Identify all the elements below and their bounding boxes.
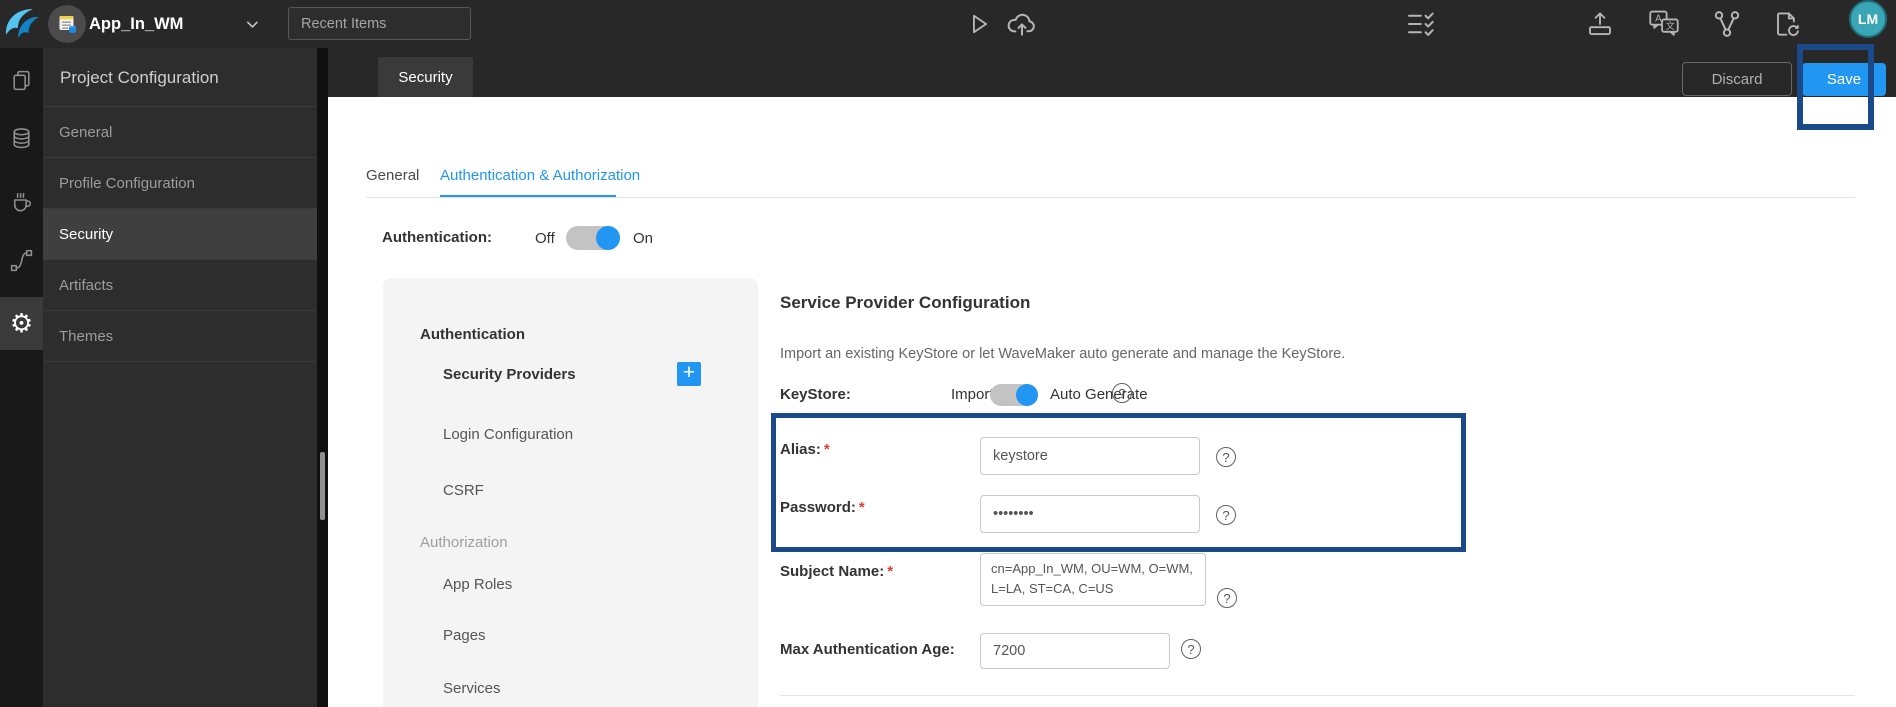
file-sync-icon[interactable] bbox=[1771, 9, 1803, 39]
authentication-label: Authentication: bbox=[382, 229, 492, 246]
subnav-header-authentication: Authentication bbox=[420, 326, 525, 343]
sidebar-item-artifacts[interactable]: Artifacts bbox=[43, 260, 317, 311]
toggle-knob bbox=[1016, 384, 1038, 406]
toggle-knob bbox=[596, 226, 620, 250]
recent-items-input[interactable] bbox=[288, 7, 471, 40]
authentication-off-label: Off bbox=[535, 230, 555, 247]
checklist-icon[interactable] bbox=[1406, 11, 1438, 37]
sidebar-title: Project Configuration bbox=[43, 48, 317, 107]
security-subnav-card: Authentication Security Providers + Logi… bbox=[383, 278, 758, 707]
sidebar-item-general[interactable]: General bbox=[43, 107, 317, 158]
panel-description: Import an existing KeyStore or let WaveM… bbox=[780, 346, 1346, 362]
wavemaker-ide: App_In_WM Recent Items A 文 LM ⚙ Project … bbox=[0, 0, 1896, 707]
subnav-item-security-providers[interactable]: Security Providers bbox=[443, 366, 576, 383]
annotation-box-save bbox=[1797, 44, 1874, 130]
content-header: Security Discard Save bbox=[328, 48, 1896, 97]
max-authentication-age-label: Max Authentication Age: bbox=[780, 641, 955, 658]
subnav-item-services[interactable]: Services bbox=[443, 680, 501, 697]
deploy-cloud-upload-icon[interactable] bbox=[1004, 8, 1040, 40]
subnav-item-csrf[interactable]: CSRF bbox=[443, 482, 484, 499]
translate-icon[interactable]: A 文 bbox=[1647, 8, 1681, 40]
app-title: App_In_WM bbox=[89, 15, 184, 33]
subject-name-help-icon[interactable]: ? bbox=[1217, 588, 1237, 608]
security-settings-main: General Authentication & Authorization A… bbox=[328, 97, 1896, 707]
keystore-import-label: Import bbox=[951, 386, 994, 403]
chevron-down-icon[interactable] bbox=[242, 14, 262, 34]
wavemaker-logo-icon bbox=[2, 4, 42, 44]
panel-title: Service Provider Configuration bbox=[780, 293, 1031, 312]
keystore-help-icon[interactable]: ? bbox=[1112, 383, 1132, 403]
sidebar-item-themes[interactable]: Themes bbox=[43, 311, 317, 362]
sidebar-item-profile-configuration[interactable]: Profile Configuration bbox=[43, 158, 317, 209]
version-branch-icon[interactable] bbox=[1711, 8, 1743, 40]
keystore-label: KeyStore: bbox=[780, 386, 851, 403]
section-divider bbox=[780, 695, 1855, 696]
add-security-provider-button[interactable]: + bbox=[677, 362, 701, 386]
sidebar-item-security[interactable]: Security bbox=[43, 209, 317, 260]
scrollbar-thumb[interactable] bbox=[320, 452, 325, 520]
rail-pages-icon[interactable] bbox=[0, 55, 43, 105]
user-avatar[interactable]: LM bbox=[1849, 0, 1887, 38]
max-authentication-age-input[interactable] bbox=[980, 633, 1170, 669]
tabs-divider bbox=[366, 197, 1855, 198]
authentication-toggle[interactable] bbox=[566, 226, 620, 250]
keystore-toggle[interactable] bbox=[990, 384, 1038, 406]
panel-gutter bbox=[317, 48, 328, 707]
export-icon[interactable] bbox=[1585, 9, 1615, 39]
activity-rail: ⚙ bbox=[0, 48, 43, 707]
svg-text:A: A bbox=[1655, 14, 1662, 25]
subject-name-label: Subject Name: * bbox=[780, 563, 894, 580]
top-bar: App_In_WM Recent Items A 文 LM bbox=[0, 0, 1896, 48]
run-icon[interactable] bbox=[964, 8, 992, 40]
annotation-box-alias-password bbox=[771, 413, 1466, 552]
tab-general[interactable]: General bbox=[366, 167, 419, 184]
project-icon[interactable] bbox=[48, 5, 86, 43]
rail-java-services-icon[interactable] bbox=[0, 175, 43, 225]
rail-database-icon[interactable] bbox=[0, 113, 43, 163]
rail-settings-gear-icon[interactable]: ⚙ bbox=[0, 297, 43, 350]
max-authentication-age-help-icon[interactable]: ? bbox=[1181, 639, 1201, 659]
tab-authentication-authorization[interactable]: Authentication & Authorization bbox=[440, 167, 640, 184]
discard-button[interactable]: Discard bbox=[1682, 62, 1792, 96]
project-configuration-sidebar: Project Configuration General Profile Co… bbox=[43, 48, 317, 707]
subnav-header-authorization: Authorization bbox=[420, 534, 508, 551]
document-tab-security[interactable]: Security bbox=[378, 57, 473, 97]
authentication-on-label: On bbox=[633, 230, 654, 247]
rail-connector-icon[interactable] bbox=[0, 235, 43, 285]
subnav-item-app-roles[interactable]: App Roles bbox=[443, 576, 512, 593]
keystore-auto-generate-label: Auto Generate bbox=[1050, 386, 1148, 403]
subject-name-input[interactable]: cn=App_In_WM, OU=WM, O=WM, L=LA, ST=CA, … bbox=[980, 553, 1206, 606]
svg-text:文: 文 bbox=[1666, 20, 1675, 32]
required-asterisk: * bbox=[887, 563, 894, 580]
subnav-item-login-configuration[interactable]: Login Configuration bbox=[443, 426, 573, 443]
subnav-item-pages[interactable]: Pages bbox=[443, 627, 486, 644]
